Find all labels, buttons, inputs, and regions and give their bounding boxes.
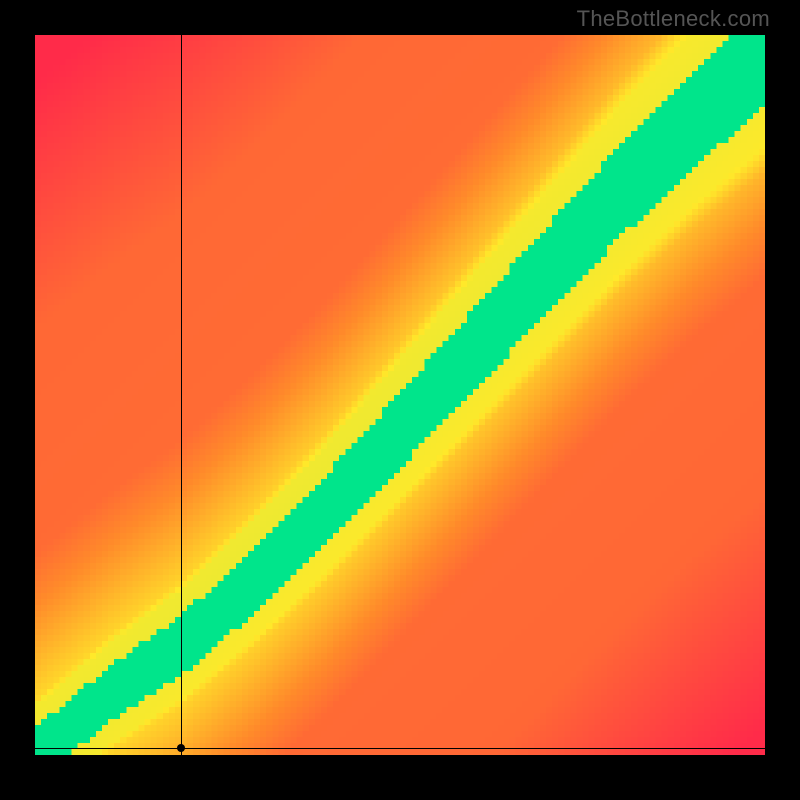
horizontal-guide-line xyxy=(35,748,765,749)
bottleneck-heatmap xyxy=(35,35,765,755)
watermark-text: TheBottleneck.com xyxy=(577,6,770,32)
chart-frame: TheBottleneck.com xyxy=(0,0,800,800)
vertical-guide-line xyxy=(181,35,182,755)
marker-dot xyxy=(177,744,185,752)
heatmap-plot-area xyxy=(35,35,765,755)
